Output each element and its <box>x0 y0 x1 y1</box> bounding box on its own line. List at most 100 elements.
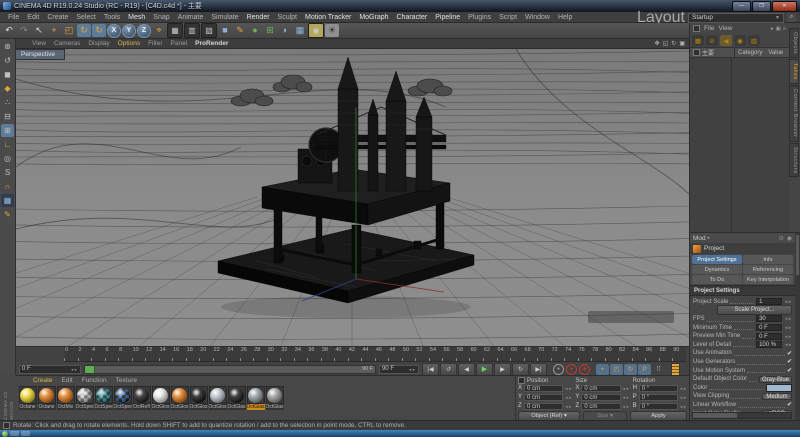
coord-system-icon[interactable]: ⌖ <box>152 24 166 37</box>
minimize-button[interactable]: — <box>732 1 751 12</box>
start-button[interactable] <box>2 431 8 437</box>
attr-history-icon[interactable]: ◉ <box>787 235 792 242</box>
close-button[interactable]: ✕ <box>772 1 797 12</box>
record-objects-button[interactable]: ● <box>553 364 564 375</box>
menu-item[interactable]: File <box>4 14 23 21</box>
pan-view-icon[interactable]: ✥ <box>655 40 660 47</box>
dock-side-tab[interactable]: Objects <box>789 28 799 58</box>
size-field[interactable]: Y0 cm◄► <box>575 393 629 401</box>
key-scale-toggle[interactable]: ◰ <box>610 364 623 375</box>
rotation-field[interactable]: B0 °◄► <box>633 402 687 410</box>
paint-icon[interactable]: ✎ <box>1 208 14 221</box>
polygons-mode-icon[interactable]: ⊞ <box>1 124 14 137</box>
menu-item[interactable]: Create <box>43 14 72 21</box>
material-item[interactable]: Octane <box>37 386 56 410</box>
material-item[interactable]: OctSpec <box>75 386 94 410</box>
cube-primitive-icon[interactable]: ■ <box>218 24 232 37</box>
material-item[interactable]: OctGlos <box>151 386 170 410</box>
mograph-generator-icon[interactable]: ⊞ <box>263 24 277 37</box>
taskbar-app[interactable] <box>21 431 30 436</box>
material-item[interactable]: OctGlas <box>265 386 284 410</box>
subdivision-surface-icon[interactable]: ● <box>248 24 262 37</box>
workplane-icon[interactable]: ▦ <box>1 194 14 207</box>
material-menu-item[interactable]: Function <box>78 377 111 384</box>
redo-icon[interactable]: ↷ <box>17 24 31 37</box>
layout-dropdown[interactable]: Startup▼ <box>688 13 784 23</box>
attribute-tab[interactable]: To Do <box>692 275 742 284</box>
material-item[interactable]: OctSpec <box>113 386 132 410</box>
value-column-header[interactable]: Value <box>765 50 786 56</box>
menu-item[interactable]: Tools <box>100 14 124 21</box>
minimal-fcurve-icon[interactable] <box>671 363 680 376</box>
vertical-scrollbar[interactable] <box>795 233 800 420</box>
toggle-view-icon[interactable]: ▣ <box>679 40 685 47</box>
play-button[interactable]: ▶ <box>476 363 493 376</box>
goto-end-button[interactable]: ▶| <box>530 363 547 376</box>
take-file-menu[interactable]: File <box>704 25 714 32</box>
viewport-menu-item[interactable]: Cameras <box>50 40 84 47</box>
attribute-row[interactable]: Default Object Color Gray-Blue ◄► Gray-B… <box>693 375 792 383</box>
dock-side-tab[interactable]: Content Browser <box>789 85 799 141</box>
size-field[interactable]: Z0 cm◄► <box>575 402 629 410</box>
menu-item[interactable]: Pipeline <box>431 14 464 21</box>
interface-icon[interactable]: ⊛ <box>1 40 14 53</box>
attribute-row[interactable]: Use Generators ◄► ✔ Use Generators <box>693 358 792 366</box>
material-item[interactable]: OctGlos <box>208 386 227 410</box>
menu-item[interactable]: Plugins <box>464 14 495 21</box>
camera-icon[interactable]: ◉ <box>308 23 324 38</box>
key-position-toggle[interactable]: + <box>596 364 609 375</box>
size-field[interactable]: X0 cm◄► <box>575 384 629 392</box>
material-menu-item[interactable]: Create <box>29 377 57 384</box>
snap-icon[interactable]: S <box>1 166 14 179</box>
preview-range-slider[interactable]: 90 F <box>84 365 376 374</box>
material-item[interactable]: OctGlas <box>227 386 246 410</box>
take-lock-icon[interactable]: ⊘ <box>706 35 718 46</box>
menu-item[interactable]: Character <box>393 14 432 21</box>
attribute-tab[interactable]: Referencing <box>743 265 793 274</box>
attribute-row[interactable]: Minimum Time 0 F ◄► 0 F ✔ Minimum Time <box>693 324 792 332</box>
live-selection-icon[interactable]: ↖ <box>32 24 46 37</box>
taskbar-app[interactable] <box>10 431 19 436</box>
key-rotation-toggle[interactable]: ↻ <box>624 364 637 375</box>
panel-menu-icon[interactable]: ≡ <box>783 26 786 32</box>
move-icon[interactable]: + <box>47 24 61 37</box>
key-pla-toggle[interactable]: ⠿ <box>652 364 665 375</box>
spline-pen-icon[interactable]: ✎ <box>233 24 247 37</box>
end-frame-field[interactable]: 90 F◄► <box>379 365 419 374</box>
edges-mode-icon[interactable]: ⊟ <box>1 110 14 123</box>
position-field[interactable]: Z0 cm◄► <box>518 402 572 410</box>
attribute-row[interactable]: Scale Project... ◄► ✔ Scale Project... <box>693 307 792 315</box>
zoom-view-icon[interactable]: ◱ <box>663 40 669 47</box>
attribute-row[interactable]: Linear Workflow ◄► ✔ Linear Workflow <box>693 401 792 409</box>
attribute-row[interactable]: Preview Min Time 0 F ◄► 0 F ✔ Preview Mi… <box>693 332 792 340</box>
goto-start-button[interactable]: |◀ <box>422 363 439 376</box>
render-view-icon[interactable]: ▦ <box>167 23 183 38</box>
lock-z-button[interactable]: Z <box>137 24 151 38</box>
timeline-ruler[interactable]: 0246810121416182022242628303234363840424… <box>64 347 686 362</box>
simulation-icon[interactable]: ◗ <box>278 24 292 37</box>
rotation-field[interactable]: H0 °◄► <box>633 384 687 392</box>
attribute-tab[interactable]: Project Settings <box>692 255 742 264</box>
scale-icon[interactable]: ◰ <box>62 24 76 37</box>
dock-side-tab[interactable]: Structure <box>789 143 799 178</box>
texture-mode-icon[interactable]: ◆ <box>1 82 14 95</box>
take-override-pane[interactable] <box>732 58 789 232</box>
menu-item[interactable]: Mesh <box>124 14 149 21</box>
environment-icon[interactable]: ▦ <box>293 24 307 37</box>
attribute-row[interactable]: Level of Detail 100 % ◄► 100 % ✔ Level o… <box>693 341 792 349</box>
menu-item[interactable]: MoGraph <box>355 14 392 21</box>
next-frame-button[interactable]: ▶ <box>494 363 511 376</box>
material-item[interactable]: OctSpec <box>94 386 113 410</box>
checkbox-icon[interactable] <box>693 25 700 32</box>
menu-item[interactable]: Sculpt <box>274 14 301 21</box>
model-mode-icon[interactable]: ◼ <box>1 68 14 81</box>
key-parameter-toggle[interactable]: P <box>638 364 651 375</box>
menu-item[interactable]: Animate <box>174 14 208 21</box>
attr-mode-dropdown[interactable]: Mod <box>693 235 706 242</box>
dock-side-tab[interactable]: Takes <box>789 59 799 84</box>
menu-item[interactable]: Render <box>243 14 274 21</box>
attribute-tab[interactable]: Dynamics <box>692 265 742 274</box>
lock-x-button[interactable]: X <box>107 24 121 38</box>
menu-item[interactable]: Edit <box>23 14 43 21</box>
keyframe-selection-button[interactable]: ◉ <box>579 364 590 375</box>
